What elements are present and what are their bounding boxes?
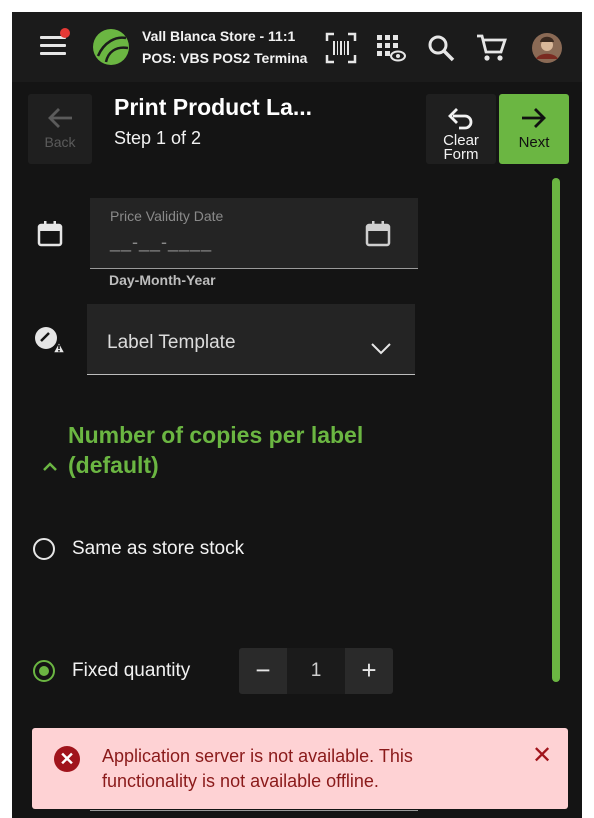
radio-fixed-quantity[interactable]: [33, 660, 55, 682]
back-label: Back: [44, 134, 76, 150]
chevron-down-icon: [371, 343, 391, 355]
avatar[interactable]: [531, 32, 563, 64]
search-icon[interactable]: [425, 32, 457, 64]
copies-section-title[interactable]: Number of copies per label (default): [68, 420, 408, 480]
clear-label-line2: Form: [443, 146, 479, 163]
next-button[interactable]: Next: [499, 94, 569, 164]
terminal-name: POS: VBS POS2 Termina: [142, 50, 308, 66]
radio-same-as-store-stock[interactable]: [33, 538, 55, 560]
section-title-line1: Number of copies per label: [68, 422, 364, 448]
error-toast: ✕ Application server is not available. T…: [32, 728, 568, 809]
chevron-up-icon[interactable]: [42, 460, 58, 472]
store-name: Vall Blanca Store - 11:1: [142, 28, 296, 44]
error-icon: ✕: [54, 746, 80, 772]
top-bar: Vall Blanca Store - 11:1 POS: VBS POS2 T…: [12, 12, 582, 82]
date-input[interactable]: __-__-____: [110, 232, 212, 253]
toast-message: Application server is not available. Thi…: [102, 746, 413, 791]
cart-icon[interactable]: [475, 32, 507, 64]
date-field-label: Price Validity Date: [110, 208, 224, 224]
calendar-icon: [37, 221, 63, 247]
app-window: Vall Blanca Store - 11:1 POS: VBS POS2 T…: [12, 12, 582, 818]
menu-icon[interactable]: [40, 36, 66, 58]
option-fixed-label[interactable]: Fixed quantity: [72, 660, 190, 682]
decrement-button[interactable]: −: [239, 648, 287, 694]
arrow-right-icon: [522, 108, 546, 128]
arrow-left-icon: [48, 108, 72, 128]
price-validity-date-field[interactable]: Price Validity Date __-__-____: [90, 198, 418, 269]
back-button[interactable]: Back: [28, 94, 92, 164]
scrollbar[interactable]: [552, 178, 560, 682]
calendar-picker-icon[interactable]: [364, 220, 392, 248]
next-label: Next: [518, 134, 550, 151]
clear-form-label: Clear Form: [426, 133, 496, 163]
undo-icon: [448, 108, 473, 130]
page-title: Print Product La...: [114, 94, 313, 120]
template-select-label: Label Template: [107, 332, 236, 353]
increment-button[interactable]: +: [345, 648, 393, 694]
quantity-stepper: − 1 +: [239, 648, 393, 694]
notification-dot: [60, 28, 70, 38]
label-warning-icon: [35, 327, 64, 354]
step-indicator: Step 1 of 2: [114, 128, 202, 148]
section-title-line2: (default): [68, 452, 159, 478]
field-underline: [90, 810, 418, 811]
app-logo: [93, 29, 129, 65]
clear-form-button[interactable]: Clear Form: [426, 94, 496, 164]
label-template-select[interactable]: Label Template: [87, 304, 415, 375]
grid-visibility-icon[interactable]: [374, 32, 406, 64]
scan-barcode-icon[interactable]: [325, 32, 357, 64]
close-icon[interactable]: ✕: [530, 744, 554, 768]
date-format-helper: Day-Month-Year: [109, 272, 216, 288]
quantity-value[interactable]: 1: [287, 648, 345, 694]
option-same-label[interactable]: Same as store stock: [72, 538, 244, 560]
